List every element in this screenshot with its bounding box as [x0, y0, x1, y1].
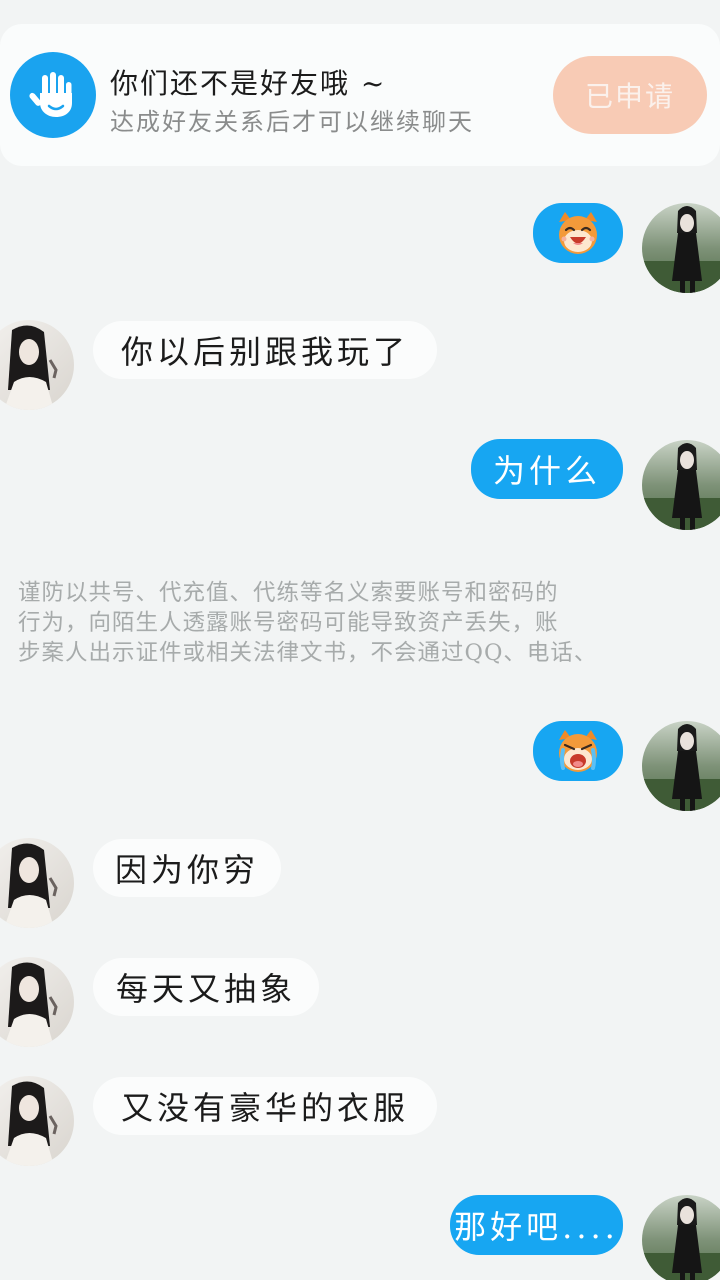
friend-avatar[interactable] [0, 838, 74, 928]
my-avatar[interactable] [642, 721, 720, 811]
applied-button[interactable]: 已申请 [553, 56, 707, 134]
incoming-message-bubble[interactable]: 你以后别跟我玩了 [93, 321, 437, 379]
friend-avatar[interactable] [0, 320, 74, 410]
friend-avatar[interactable] [0, 957, 74, 1047]
outgoing-sticker-bubble[interactable] [533, 721, 623, 781]
security-notice: 谨防以共号、代充值、代练等名义索要账号和密码的 行为，向陌生人透露账号密码可能导… [0, 578, 720, 678]
crying-cat-emoji [559, 730, 597, 772]
banner-subtitle: 达成好友关系后才可以继续聊天 [110, 108, 474, 136]
friend-status-banner: 你们还不是好友哦 ~ 达成好友关系后才可以继续聊天 已申请 [0, 24, 720, 166]
incoming-message-bubble[interactable]: 又没有豪华的衣服 [93, 1077, 437, 1135]
my-avatar[interactable] [642, 203, 720, 293]
friend-avatar[interactable] [0, 1076, 74, 1166]
outgoing-message-bubble[interactable]: 为什么 [471, 439, 623, 499]
incoming-message-bubble[interactable]: 因为你穷 [93, 839, 281, 897]
chat-screen: 你们还不是好友哦 ~ 达成好友关系后才可以继续聊天 已申请 你以后别跟我玩了 为… [0, 0, 720, 1280]
security-notice-line: 步案人出示证件或相关法律文书，不会通过QQ、电话、 [18, 640, 598, 666]
incoming-message-bubble[interactable]: 每天又抽象 [93, 958, 319, 1016]
outgoing-message-bubble[interactable]: 那好吧.... [450, 1195, 623, 1255]
security-notice-line: 谨防以共号、代充值、代练等名义索要账号和密码的 [18, 580, 559, 606]
hand-wave-icon [10, 52, 96, 138]
security-notice-line: 行为，向陌生人透露账号密码可能导致资产丢失，账 [18, 610, 559, 636]
my-avatar[interactable] [642, 440, 720, 530]
outgoing-sticker-bubble[interactable] [533, 203, 623, 263]
my-avatar[interactable] [642, 1195, 720, 1280]
banner-title: 你们还不是好友哦 ~ [110, 67, 387, 100]
laughing-cat-emoji [559, 212, 597, 254]
